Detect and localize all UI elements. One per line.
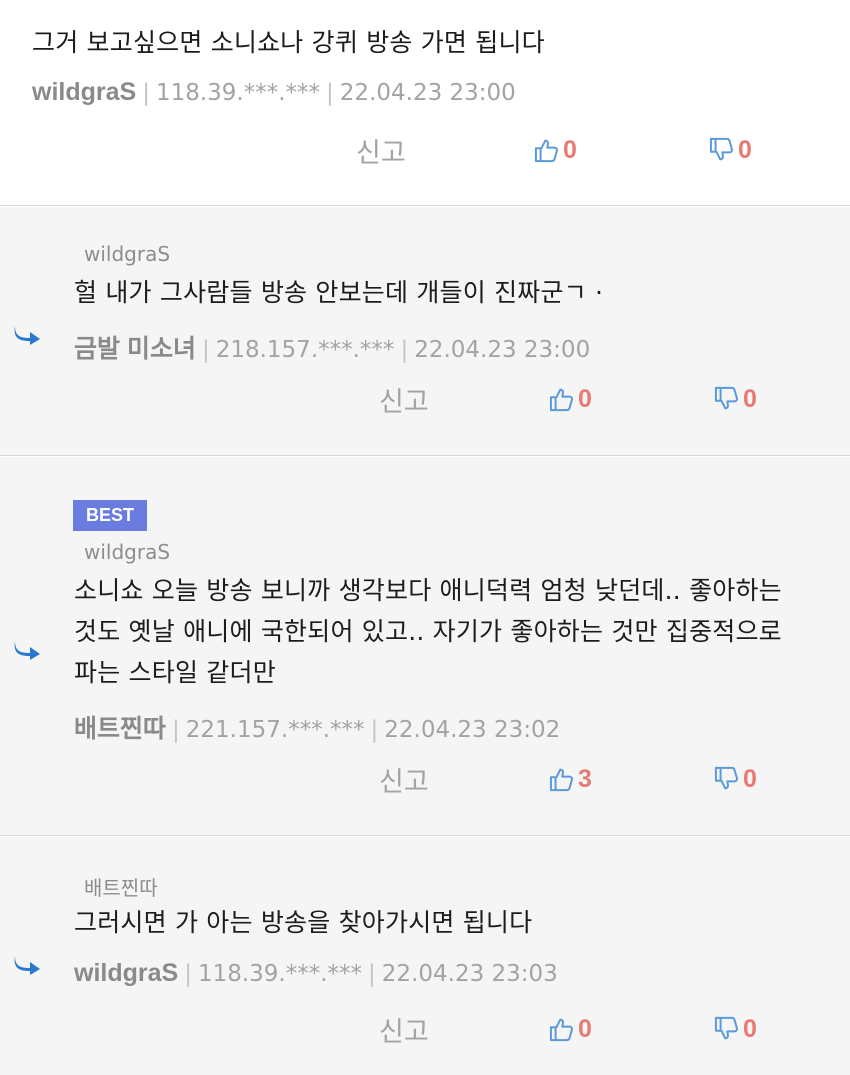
thumbs-down-icon	[713, 385, 741, 413]
reply-to-nickname: 배트찐따	[84, 876, 158, 900]
author-nickname[interactable]: wildgraS	[74, 959, 178, 987]
timestamp: 22.04.23 23:00	[339, 80, 516, 106]
report-button[interactable]: 신고	[356, 131, 406, 170]
author-nickname[interactable]: 금발 미소녀	[74, 335, 196, 363]
thumbs-down-icon	[713, 765, 741, 793]
dislike-count: 0	[743, 1014, 757, 1043]
thumbs-up-icon	[548, 385, 576, 413]
comment-meta: 금발 미소녀 | 218.157.***.*** | 22.04.23 23:00	[74, 335, 591, 363]
report-button[interactable]: 신고	[379, 380, 429, 419]
comment-text-line: 소니쇼 오늘 방송 보니까 생각보다 애니덕력 엄청 낮던데.. 좋아하는	[74, 576, 782, 605]
dislike-button[interactable]: 0	[713, 384, 757, 414]
dislike-count: 0	[743, 764, 757, 793]
reply-arrow-icon	[12, 639, 42, 661]
like-count: 3	[578, 764, 592, 793]
ip-address: 118.39.***.***	[155, 80, 321, 106]
thumbs-up-icon	[548, 765, 576, 793]
author-nickname[interactable]: wildgraS	[32, 78, 136, 106]
like-count: 0	[563, 135, 577, 164]
comment-item: 그거 보고싶으면 소니쇼나 강퀴 방송 가면 됩니다 wildgraS | 118.…	[0, 0, 850, 206]
report-button[interactable]: 신고	[379, 760, 429, 799]
comment-meta: 배트찐따 | 221.157.***.*** | 22.04.23 23:02	[74, 715, 561, 743]
like-button[interactable]: 3	[548, 764, 592, 794]
like-count: 0	[578, 384, 592, 413]
reply-arrow-icon	[12, 954, 42, 976]
thumbs-down-icon	[713, 1015, 741, 1043]
dislike-count: 0	[738, 135, 752, 164]
ip-address: 221.157.***.***	[185, 717, 365, 743]
like-button[interactable]: 0	[533, 135, 577, 165]
thumbs-up-icon	[548, 1015, 576, 1043]
thumbs-up-icon	[533, 136, 561, 164]
comment-text-line: 파는 스타일 같더만	[74, 658, 276, 687]
reply-to-nickname: wildgraS	[84, 242, 171, 266]
comment-meta: wildgraS | 118.39.***.*** | 22.04.23 23:03	[74, 959, 558, 987]
reply-item: wildgraS 헐 내가 그사람들 방송 안보는데 개들이 진짜군ㄱ · 금발…	[0, 207, 850, 456]
author-nickname[interactable]: 배트찐따	[74, 715, 166, 743]
like-button[interactable]: 0	[548, 384, 592, 414]
dislike-button[interactable]: 0	[713, 764, 757, 794]
reply-item: 배트찐따 그러시면 가 아는 방송을 찾아가시면 됩니다 wildgraS | 11…	[0, 837, 850, 1075]
reply-arrow-icon	[12, 324, 42, 346]
ip-address: 218.157.***.***	[215, 337, 395, 363]
timestamp: 22.04.23 23:00	[414, 337, 591, 363]
like-button[interactable]: 0	[548, 1014, 592, 1044]
timestamp: 22.04.23 23:03	[381, 961, 558, 987]
comment-text: 그거 보고싶으면 소니쇼나 강퀴 방송 가면 됩니다	[32, 28, 545, 57]
comment-text: 헐 내가 그사람들 방송 안보는데 개들이 진짜군ㄱ ·	[74, 278, 604, 307]
best-badge: BEST	[73, 500, 147, 531]
dislike-button[interactable]: 0	[708, 135, 752, 165]
reply-item: BEST wildgraS 소니쇼 오늘 방송 보니까 생각보다 애니덕력 엄청…	[0, 457, 850, 836]
timestamp: 22.04.23 23:02	[384, 717, 561, 743]
report-button[interactable]: 신고	[379, 1010, 429, 1049]
dislike-count: 0	[743, 384, 757, 413]
comment-meta: wildgraS | 118.39.***.*** | 22.04.23 23:00	[32, 78, 516, 106]
comment-text-line: 것도 옛날 애니에 국한되어 있고.. 자기가 좋아하는 것만 집중적으로	[74, 617, 782, 646]
thumbs-down-icon	[708, 136, 736, 164]
comment-text: 그러시면 가 아는 방송을 찾아가시면 됩니다	[74, 908, 533, 937]
like-count: 0	[578, 1014, 592, 1043]
ip-address: 118.39.***.***	[197, 961, 363, 987]
reply-to-nickname: wildgraS	[84, 540, 171, 564]
comment-text: 소니쇼 오늘 방송 보니까 생각보다 애니덕력 엄청 낮던데.. 좋아하는 것도…	[74, 570, 782, 693]
dislike-button[interactable]: 0	[713, 1014, 757, 1044]
